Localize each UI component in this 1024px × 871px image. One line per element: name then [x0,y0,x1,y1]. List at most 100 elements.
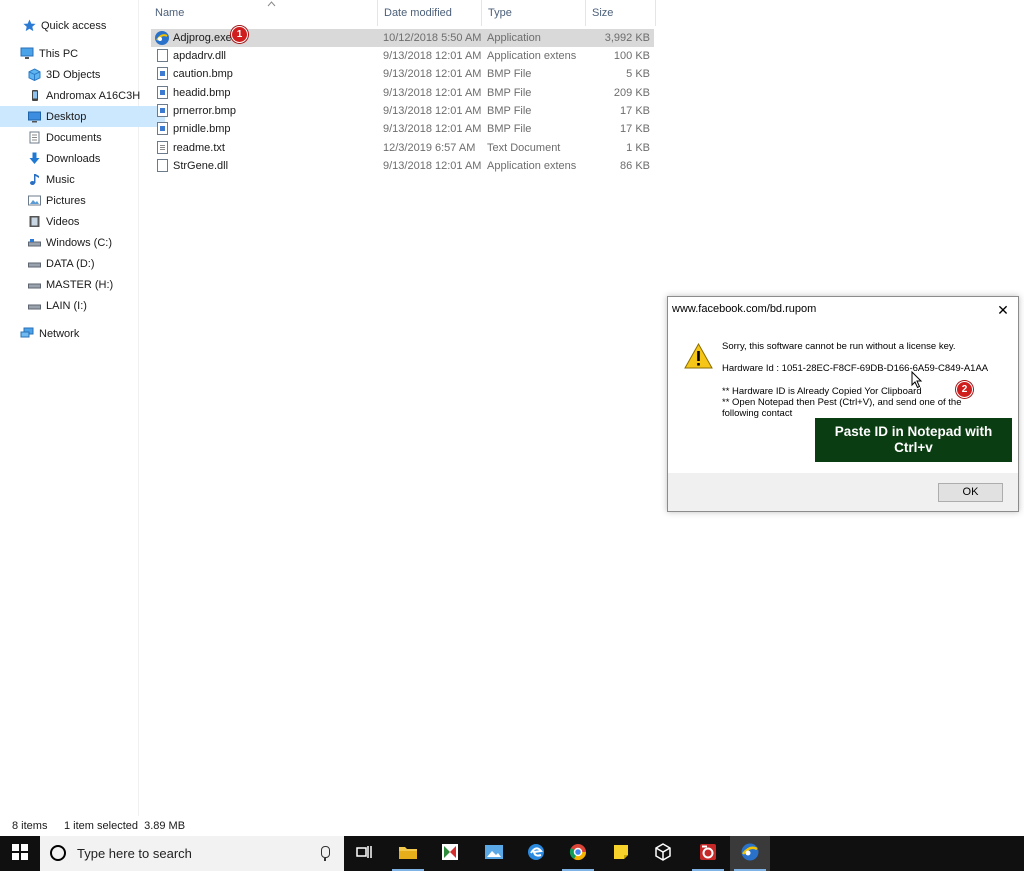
drive-icon [27,257,41,271]
column-header-label: Size [592,7,614,19]
file-name: readme.txt [173,142,225,154]
file-size: 209 KB [613,87,650,99]
bmp-icon [157,104,168,117]
file-name: apdadrv.dll [173,50,226,62]
nav-item-label: Downloads [46,152,101,165]
windows-logo-icon [12,844,28,863]
step-badge-2: 2 [956,381,973,398]
file-type: Text Document [487,142,561,154]
file-row-apdadrv[interactable]: apdadrv.dll 9/13/2018 12:01 AM Applicati… [151,47,654,65]
nav-item-label: MASTER (H:) [46,278,114,291]
nav-item-label: Videos [46,215,80,228]
microphone-icon[interactable] [321,846,330,861]
dialog-note-2: ** Open Notepad then Pest (Ctrl+V), and … [722,397,962,408]
close-icon[interactable]: ✕ [994,301,1012,319]
file-date: 9/13/2018 12:01 AM [383,123,482,135]
column-header-date[interactable]: Date modified [378,0,482,26]
ok-button[interactable]: OK [938,483,1003,502]
download-arrow-icon [27,152,41,166]
file-row-adjprog[interactable]: Adjprog.exe 10/12/2018 5:50 AM Applicati… [151,29,654,47]
step-badge-1: 1 [231,26,248,43]
file-row-headid[interactable]: headid.bmp 9/13/2018 12:01 AM BMP File 2… [151,84,654,102]
task-view-icon [356,845,372,862]
file-row-caution[interactable]: caution.bmp 9/13/2018 12:01 AM BMP File … [151,65,654,83]
search-placeholder: Type here to search [77,846,192,861]
start-button[interactable] [0,836,40,871]
taskbar-adjprog[interactable] [730,836,770,871]
file-size: 5 KB [626,68,650,80]
film-icon [27,215,41,229]
dialog-titlebar[interactable]: www.facebook.com/bd.rupom ✕ [668,297,1018,323]
cursor-icon [911,370,923,392]
taskbar-chrome[interactable] [558,836,598,871]
column-header-label: Date modified [384,7,452,19]
column-header-size[interactable]: Size [586,0,656,26]
taskbar: Type here to search [0,836,1024,871]
3d-viewer-icon [654,843,672,864]
nav-item-label: Music [46,173,75,186]
taskbar-file-explorer[interactable] [388,836,428,871]
taskbar-edge[interactable] [516,836,556,871]
drive-icon [27,236,41,250]
txt-icon [157,141,168,154]
cube-icon [27,68,41,82]
network-icon [20,327,34,341]
taskbar-recorder[interactable] [688,836,728,871]
file-size: 100 KB [613,50,650,62]
item-count: 8 items [12,820,48,832]
file-row-readme[interactable]: readme.txt 12/3/2019 6:57 AM Text Docume… [151,139,654,157]
file-date: 12/3/2019 6:57 AM [383,142,476,154]
file-row-strgene[interactable]: StrGene.dll 9/13/2018 12:01 AM Applicati… [151,157,654,175]
selection-info: 1 item selected 3.89 MB [64,820,186,832]
nav-item-label: Desktop [46,110,87,123]
navigation-pane: Quick access This PC 3D Objects Andromax… [0,0,165,816]
recorder-icon [699,843,717,864]
document-icon [27,131,41,145]
chrome-icon [569,843,587,864]
desktop-icon [27,110,41,124]
file-name: Adjprog.exe [173,32,232,44]
hardware-id: Hardware Id : 1051-28EC-F8CF-69DB-D166-6… [722,363,989,374]
pictures-icon [27,194,41,208]
bmp-icon [157,122,168,135]
nav-item-quick-access[interactable]: Quick access [0,15,160,36]
bmp-icon [157,67,168,80]
file-row-prnidle[interactable]: prnidle.bmp 9/13/2018 12:01 AM BMP File … [151,120,654,138]
file-type: Application [487,32,541,44]
nav-item-label: Pictures [46,194,86,207]
file-type: Application extens [487,50,577,62]
drive-icon [27,278,41,292]
file-explorer-icon [398,844,418,863]
column-header-type[interactable]: Type [482,0,586,26]
nav-item-label: DATA (D:) [46,257,95,270]
nav-item-this-pc[interactable]: This PC [0,43,158,64]
star-icon [22,19,36,33]
file-type: BMP File [487,123,532,135]
file-date: 9/13/2018 12:01 AM [383,87,482,99]
column-header-name[interactable]: Name [149,0,378,26]
file-name: prnidle.bmp [173,123,231,135]
music-note-icon [27,173,41,187]
dialog-title: www.facebook.com/bd.rupom [672,303,817,315]
file-name: prnerror.bmp [173,105,236,117]
taskbar-3d-viewer[interactable] [643,836,683,871]
edge-icon [527,843,545,864]
file-size: 17 KB [620,123,650,135]
taskbar-sticky-notes[interactable] [601,836,641,871]
license-dialog: www.facebook.com/bd.rupom ✕ Sorry, this … [667,296,1019,512]
nav-item-network[interactable]: Network [0,323,158,344]
phone-icon [27,89,41,103]
taskbar-app-1[interactable] [430,836,470,871]
nav-item-label: Documents [46,131,102,144]
task-view-button[interactable] [344,836,384,871]
taskbar-photos[interactable] [474,836,514,871]
file-date: 10/12/2018 5:50 AM [383,32,482,44]
file-name: headid.bmp [173,87,231,99]
search-box[interactable]: Type here to search [40,836,344,871]
photos-icon [484,844,504,863]
file-row-prnerror[interactable]: prnerror.bmp 9/13/2018 12:01 AM BMP File… [151,102,654,120]
computer-icon [20,47,34,61]
warning-icon [684,342,713,372]
file-date: 9/13/2018 12:01 AM [383,50,482,62]
file-type: BMP File [487,68,532,80]
